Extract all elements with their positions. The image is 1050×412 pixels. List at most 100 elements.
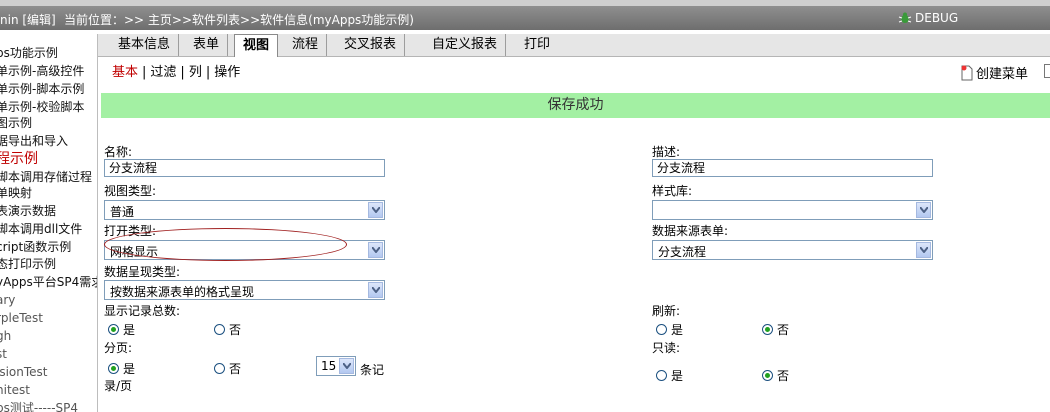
sidebar-item[interactable]: 表演示数据: [0, 203, 56, 219]
view-type-label: 视图类型:: [104, 184, 157, 198]
tab-form[interactable]: 表单: [185, 34, 229, 56]
view-type-value: 普通: [110, 205, 135, 219]
style-lib-label: 样式库:: [652, 184, 693, 198]
sidebar-item[interactable]: 脚本调用存储过程: [0, 169, 92, 185]
subtab-actions[interactable]: 操作: [214, 65, 240, 80]
success-message: 保存成功: [101, 93, 1050, 118]
page-size-select[interactable]: 15: [316, 356, 356, 376]
sidebar-item[interactable]: ps功能示例: [0, 45, 58, 61]
show-total-yes-radio[interactable]: [108, 324, 119, 335]
tab-custom-report[interactable]: 自定义报表: [424, 34, 507, 56]
readonly-label: 只读:: [652, 341, 681, 355]
tab-print[interactable]: 打印: [516, 34, 558, 56]
tab-cross-report[interactable]: 交叉报表: [336, 34, 406, 56]
display-type-value: 按数据来源表单的格式呈现: [110, 285, 255, 299]
subtab-basic[interactable]: 基本: [112, 65, 138, 80]
open-type-value: 网格显示: [110, 245, 159, 259]
bug-icon: [898, 12, 912, 23]
readonly-yes-radio[interactable]: [656, 370, 667, 381]
sub-tabs: 基本 | 过滤 | 列 | 操作: [112, 65, 241, 80]
chevron-down-icon[interactable]: [368, 242, 383, 258]
name-input[interactable]: 分支流程: [104, 159, 385, 177]
description-input[interactable]: 分支流程: [652, 159, 933, 177]
main-tabs: 基本信息 表单 视图 流程 交叉报表 自定义报表 打印: [98, 34, 1050, 57]
sidebar-item[interactable]: yApps平台SP4需求: [0, 274, 97, 290]
readonly-no-label: 否: [777, 369, 790, 383]
show-total-no-option[interactable]: 否: [214, 321, 241, 338]
tab-basic-info[interactable]: 基本信息: [110, 34, 180, 56]
sidebar-item[interactable]: 单示例-校验脚本: [0, 99, 84, 115]
page-size-value: 15: [321, 359, 337, 373]
sidebar-item[interactable]: rpleTest: [0, 310, 43, 326]
chevron-down-icon[interactable]: [916, 242, 931, 258]
chevron-down-icon[interactable]: [368, 282, 383, 298]
chevron-down-icon[interactable]: [368, 202, 383, 218]
chevron-down-icon[interactable]: [339, 358, 354, 374]
sidebar-item[interactable]: isionTest: [0, 364, 48, 380]
refresh-yes-label: 是: [671, 323, 684, 337]
show-total-label: 显示记录总数:: [104, 304, 181, 318]
user-edit-link[interactable]: nin [编辑]: [0, 11, 56, 28]
show-total-no-radio[interactable]: [214, 324, 225, 335]
paging-label: 分页:: [104, 341, 133, 355]
tab-view[interactable]: 视图: [234, 34, 279, 57]
sidebar-item[interactable]: 单映射: [0, 185, 32, 201]
sidebar-item[interactable]: 态打印示例: [0, 256, 56, 272]
sidebar-item[interactable]: 程示例: [0, 151, 38, 167]
description-label: 描述:: [652, 145, 681, 159]
paging-yes-label: 是: [123, 362, 136, 376]
refresh-yes-radio[interactable]: [656, 324, 667, 335]
header-bar: nin [编辑] 当前位置：>> 主页>>软件列表>>软件信息(myApps功能…: [0, 6, 1050, 30]
per-page-label-a: 条记: [360, 363, 385, 377]
sidebar-item[interactable]: cript函数示例: [0, 239, 71, 255]
paging-no-option[interactable]: 否: [214, 360, 241, 377]
new-document-icon: [961, 65, 973, 80]
refresh-no-label: 否: [777, 323, 790, 337]
sidebar-item[interactable]: 图示例: [0, 115, 32, 131]
create-menu-label: 创建菜单: [976, 67, 1029, 82]
open-type-label: 打开类型:: [104, 224, 157, 238]
refresh-yes-option[interactable]: 是: [656, 321, 683, 338]
display-type-label: 数据呈现类型:: [104, 265, 181, 279]
readonly-no-option[interactable]: 否: [762, 367, 789, 384]
sidebar-item[interactable]: gh: [0, 328, 11, 344]
show-total-yes-label: 是: [123, 323, 136, 337]
refresh-no-option[interactable]: 否: [762, 321, 789, 338]
subtab-filter[interactable]: 过滤: [150, 65, 176, 80]
create-menu-button[interactable]: 创建菜单: [960, 63, 1028, 82]
source-form-value: 分支流程: [658, 245, 707, 259]
debug-button[interactable]: DEBUG: [898, 11, 958, 25]
sidebar-item[interactable]: ary: [0, 292, 15, 308]
subtab-columns[interactable]: 列: [189, 65, 202, 80]
per-page-label-b: 录/页: [104, 379, 133, 393]
tab-workflow[interactable]: 流程: [284, 34, 328, 56]
refresh-no-radio[interactable]: [762, 324, 773, 335]
view-type-select[interactable]: 普通: [104, 200, 385, 220]
style-lib-select[interactable]: [652, 200, 933, 220]
cut-off-button[interactable]: [1044, 64, 1050, 78]
sidebar: ps功能示例单示例-高级控件单示例-脚本示例单示例-校验脚本图示例据导出和导入程…: [0, 34, 98, 412]
sidebar-item[interactable]: st: [0, 346, 7, 362]
open-type-select[interactable]: 网格显示: [104, 240, 385, 260]
display-type-select[interactable]: 按数据来源表单的格式呈现: [104, 280, 385, 300]
sidebar-item[interactable]: 据导出和导入: [0, 133, 68, 149]
readonly-no-radio[interactable]: [762, 370, 773, 381]
paging-no-radio[interactable]: [214, 363, 225, 374]
readonly-yes-option[interactable]: 是: [656, 367, 683, 384]
breadcrumb: 当前位置：>> 主页>>软件列表>>软件信息(myApps功能示例): [64, 13, 414, 27]
source-form-select[interactable]: 分支流程: [652, 240, 933, 260]
sidebar-item[interactable]: nitest: [0, 382, 30, 398]
show-total-yes-option[interactable]: 是: [108, 321, 135, 338]
sidebar-item[interactable]: 脚本调用dll文件: [0, 221, 82, 237]
paging-no-label: 否: [229, 362, 242, 376]
paging-yes-option[interactable]: 是: [108, 360, 135, 377]
chevron-down-icon[interactable]: [916, 202, 931, 218]
paging-yes-radio[interactable]: [108, 363, 119, 374]
source-form-label: 数据来源表单:: [652, 224, 729, 238]
readonly-yes-label: 是: [671, 369, 684, 383]
sidebar-item[interactable]: ps测试-----SP4: [0, 400, 78, 412]
top-bar: nin [编辑] 当前位置：>> 主页>>软件列表>>软件信息(myApps功能…: [0, 0, 1050, 34]
refresh-label: 刷新:: [652, 304, 681, 318]
sidebar-item[interactable]: 单示例-高级控件: [0, 63, 84, 79]
sidebar-item[interactable]: 单示例-脚本示例: [0, 81, 84, 97]
